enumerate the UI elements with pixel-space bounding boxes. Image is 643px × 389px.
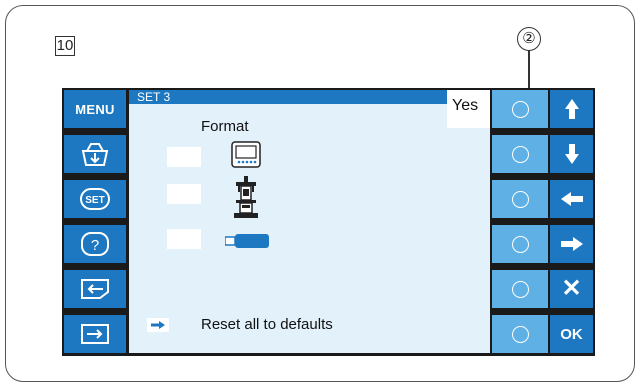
select-button-monitor[interactable] [492, 135, 548, 173]
reset-defaults-label: Reset all to defaults [201, 316, 333, 333]
circle-icon [511, 145, 529, 163]
page-forward-button[interactable] [64, 315, 126, 353]
arrow-down-icon [564, 144, 579, 164]
arrow-up-icon [564, 99, 579, 119]
cancel-button[interactable]: ✕ [550, 270, 593, 308]
select-button-usb[interactable] [492, 225, 548, 263]
callout-number: ② [517, 27, 541, 51]
help-label: ? [91, 237, 99, 254]
format-machine-checkbox[interactable] [167, 184, 201, 204]
reset-arrow-badge [147, 318, 169, 332]
down-button[interactable] [550, 135, 593, 173]
page-forward-icon [81, 324, 109, 344]
circle-icon [511, 190, 529, 208]
save-button[interactable] [64, 135, 126, 173]
select-button-empty[interactable] [492, 270, 548, 308]
machine-icon [234, 176, 258, 218]
select-button-machine[interactable] [492, 180, 548, 218]
right-button[interactable] [550, 225, 593, 263]
yes-label: Yes [452, 97, 479, 114]
step-number: 10 [55, 36, 75, 56]
ok-button[interactable]: OK [550, 315, 593, 353]
left-button[interactable] [550, 180, 593, 218]
set-icon: SET [80, 188, 110, 210]
format-usb-checkbox[interactable] [167, 229, 201, 249]
screen-title: SET 3 [129, 90, 447, 104]
select-button-reset[interactable] [492, 315, 548, 353]
arrow-right-icon [151, 321, 165, 329]
menu-label: MENU [75, 101, 115, 117]
select-button-yes[interactable] [492, 90, 548, 128]
format-monitor-checkbox[interactable] [167, 147, 201, 167]
arrow-right-icon [560, 237, 583, 251]
ok-label: OK [560, 325, 583, 343]
format-label: Format [201, 118, 249, 135]
help-button[interactable]: ? [64, 225, 126, 263]
page-back-icon [81, 279, 109, 299]
circle-icon [511, 280, 529, 298]
help-icon: ? [81, 232, 109, 256]
set-button[interactable]: SET [64, 180, 126, 218]
save-icon [81, 143, 109, 166]
usb-icon [225, 234, 269, 248]
set-label: SET [85, 195, 104, 206]
arrow-left-icon [560, 192, 583, 206]
cancel-icon: ✕ [561, 275, 582, 302]
page-back-button[interactable] [64, 270, 126, 308]
circle-icon [511, 100, 529, 118]
up-button[interactable] [550, 90, 593, 128]
monitor-icon [231, 141, 261, 168]
menu-button[interactable]: MENU [64, 90, 126, 128]
circle-icon [511, 235, 529, 253]
settings-panel: SET 3 Yes Format Reset all to defaults [129, 90, 490, 353]
circle-icon [511, 325, 529, 343]
